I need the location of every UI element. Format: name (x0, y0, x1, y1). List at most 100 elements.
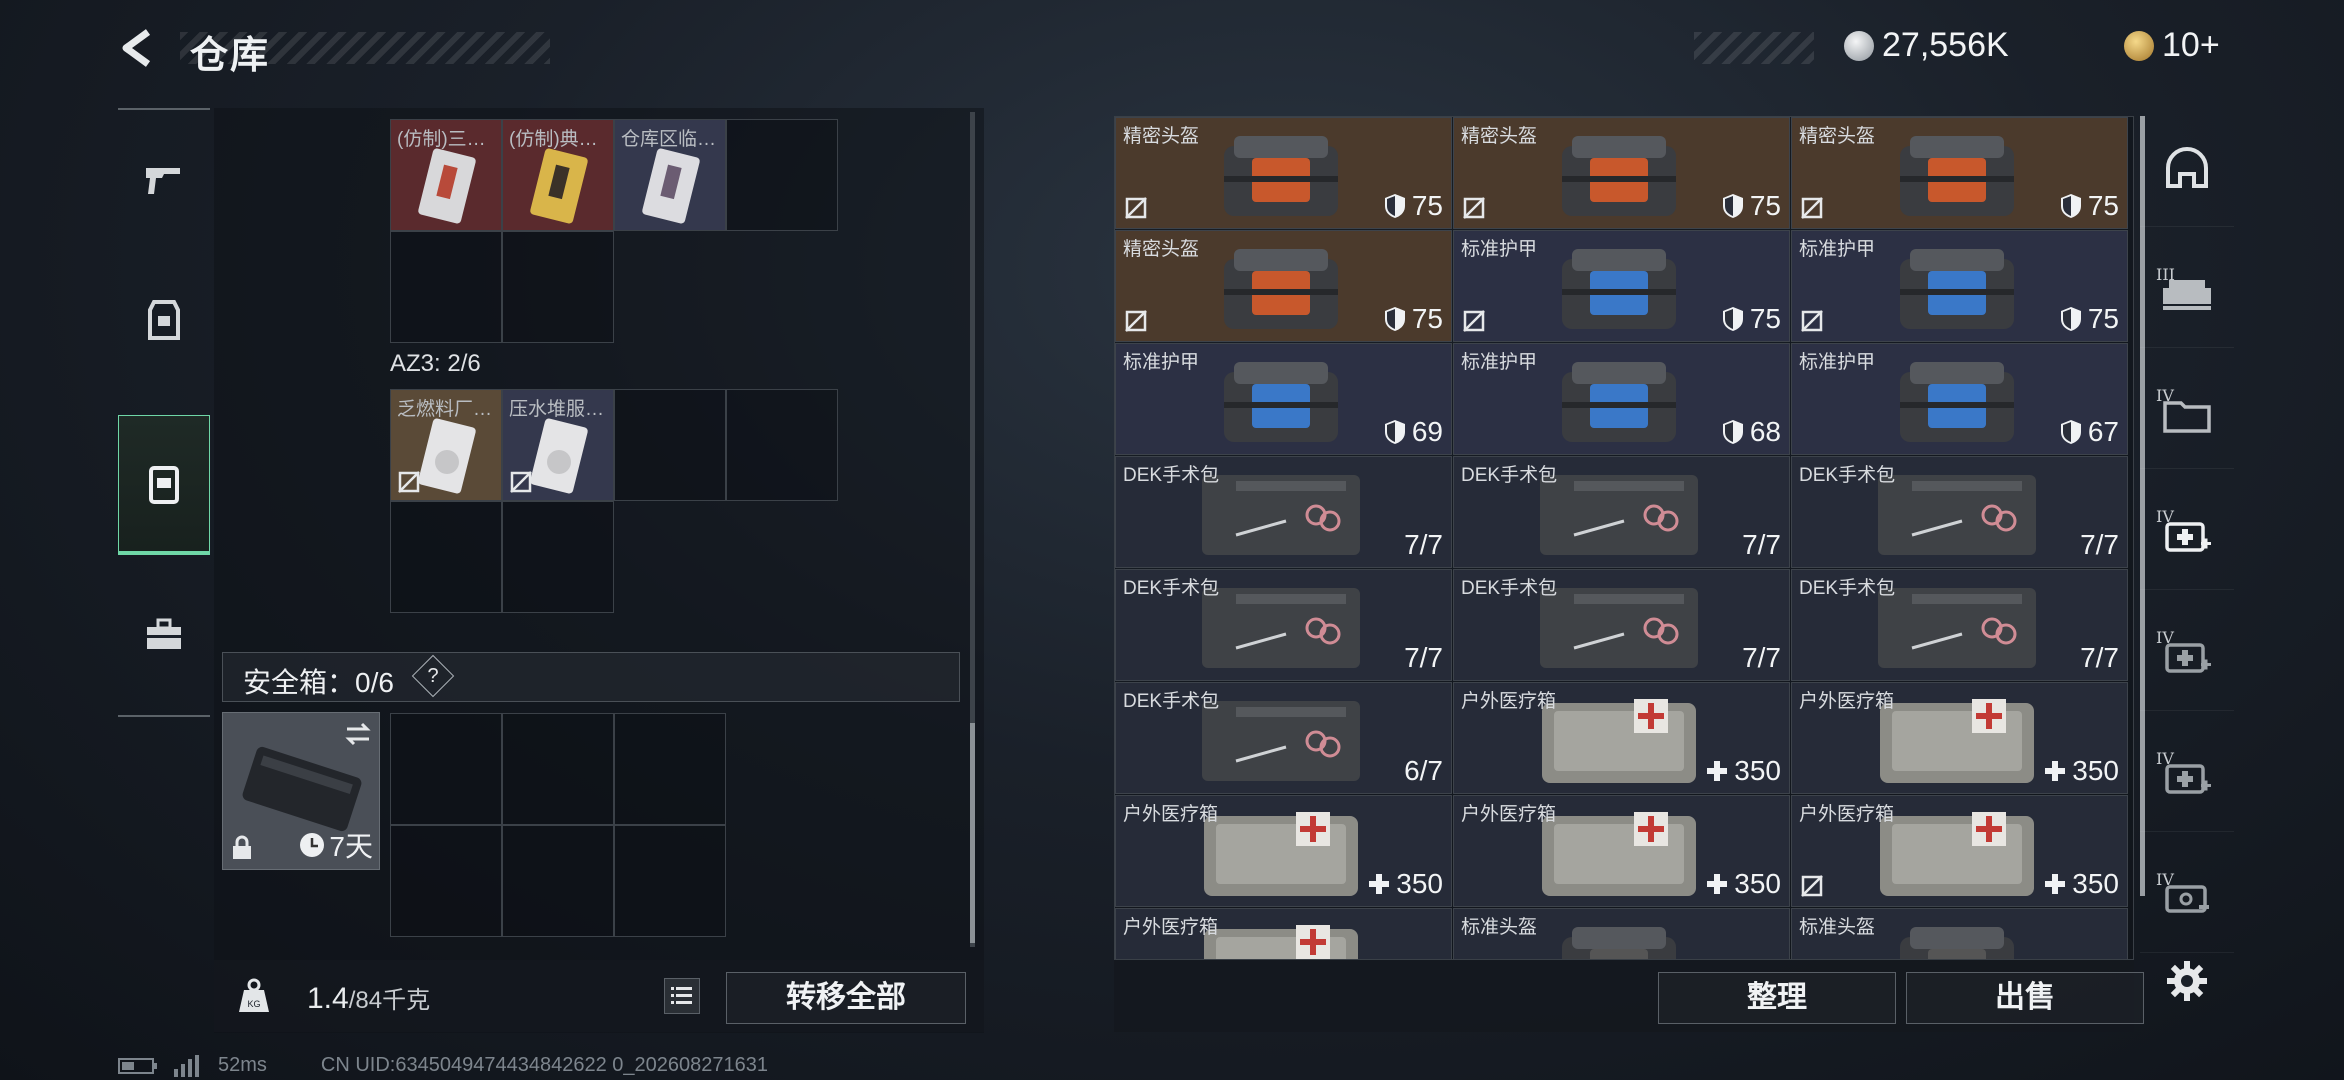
transfer-all-button[interactable]: 转移全部 (726, 972, 966, 1024)
inventory-item[interactable]: 标准头盔 (1791, 908, 2128, 959)
item-name: 户外医疗箱 (1461, 804, 1557, 825)
storage-slot-item[interactable]: (仿制)三… (390, 119, 502, 231)
item-value-text: 6/7 (1404, 755, 1443, 786)
safe-case-item[interactable]: 7天 (222, 712, 380, 870)
inventory-item[interactable]: 户外医疗箱 350 (1115, 795, 1452, 907)
inventory-item[interactable]: DEK手术包 7/7 (1791, 569, 2128, 681)
no-insurance-icon (510, 471, 532, 493)
inventory-item[interactable]: DEK手术包 7/7 (1791, 456, 2128, 568)
storage-slot-empty[interactable] (726, 119, 838, 231)
medkit-icon (1204, 812, 1358, 896)
item-name: 精密头盔 (1123, 126, 1200, 147)
item-value-text: 68 (1749, 416, 1781, 447)
item-value-text: 7/7 (2080, 529, 2119, 560)
inventory-item[interactable]: 标准护甲 67 (1791, 343, 2128, 455)
inventory-item[interactable]: 标准护甲 69 (1115, 343, 1452, 455)
back-button[interactable] (116, 26, 160, 70)
item-value-text: 75 (1411, 303, 1443, 334)
filter-helmet-0[interactable] (2140, 116, 2234, 227)
list-view-button[interactable] (664, 978, 700, 1014)
safe-slot-empty[interactable] (502, 825, 614, 937)
item-name: 精密头盔 (1461, 126, 1538, 147)
inventory-item[interactable]: 户外医疗箱 350 (1453, 682, 1790, 794)
inventory-item[interactable]: 户外医疗箱 (1115, 908, 1452, 959)
az3-slot-item[interactable]: 乏燃料厂… (390, 389, 502, 501)
armor-item-icon (1224, 136, 1338, 216)
inventory-item[interactable]: 户外医疗箱 350 (1791, 682, 2128, 794)
nav-backpack[interactable] (118, 415, 210, 555)
nav-briefcase[interactable] (118, 565, 210, 705)
item-value: 7/7 (1404, 642, 1443, 674)
filter-medkit-iv-3[interactable]: IV (2140, 479, 2234, 590)
az3-slot-empty[interactable] (390, 501, 502, 613)
item-value: 7/7 (1742, 529, 1781, 561)
swap-icon[interactable] (343, 719, 373, 749)
armor-item-icon (1900, 136, 2014, 216)
tier-label: IV (2156, 749, 2174, 768)
inventory-grid: 精密头盔 75 精密头盔 75 精密头盔 75 精密头盔 75 标准护甲 75 … (1114, 116, 2134, 960)
inventory-item[interactable]: 标准头盔 (1453, 908, 1790, 959)
nav-weapon[interactable] (118, 110, 210, 250)
inventory-item[interactable]: 精密头盔 75 (1115, 117, 1452, 229)
filter-medkit-iv-5[interactable]: IV (2140, 721, 2234, 832)
organize-button[interactable]: 整理 (1658, 972, 1896, 1024)
az3-slot-empty[interactable] (614, 389, 726, 501)
item-value: 75 (1722, 190, 1781, 222)
item-value-text: 350 (1734, 755, 1781, 786)
az3-slot-empty[interactable] (502, 501, 614, 613)
durability-shield-icon (2060, 307, 2081, 331)
safe-slot-empty[interactable] (390, 713, 502, 825)
gold-currency[interactable]: 10+ (2124, 26, 2220, 65)
az3-slot-empty[interactable] (726, 389, 838, 501)
briefcase-icon (147, 618, 181, 649)
storage-slot-empty[interactable] (390, 231, 502, 343)
inventory-item[interactable]: DEK手术包 7/7 (1115, 569, 1452, 681)
filter-folder-2[interactable]: IV (2140, 358, 2234, 469)
help-button[interactable]: ? (411, 654, 455, 698)
filter-toolbox-iv-6[interactable]: IV (2140, 842, 2234, 953)
filter-medkit-iv-4[interactable]: IV (2140, 600, 2234, 711)
scrollbar-thumb[interactable] (970, 723, 975, 943)
item-value: 350 (2044, 868, 2119, 900)
item-name: 标准头盔 (1461, 917, 1538, 938)
az3-slot-item[interactable]: 压水堆服… (502, 389, 614, 501)
inventory-item[interactable]: DEK手术包 6/7 (1115, 682, 1452, 794)
storage-slot-item[interactable]: 仓库区临… (614, 119, 726, 231)
weight-text: 1.4/84千克 (307, 980, 430, 1016)
safe-slot-empty[interactable] (614, 713, 726, 825)
item-value: 350 (1368, 868, 1443, 900)
nav-armor[interactable] (118, 250, 210, 390)
item-value: 350 (1706, 755, 1781, 787)
keycard-icon (418, 148, 476, 224)
back-arrow-icon (122, 29, 151, 67)
filter-armor-rack-1[interactable]: III (2140, 237, 2234, 348)
sell-button[interactable]: 出售 (1906, 972, 2144, 1024)
inventory-item[interactable]: 标准护甲 68 (1453, 343, 1790, 455)
safe-slot-empty[interactable] (614, 825, 726, 937)
durability-shield-icon (1384, 420, 1405, 444)
inventory-item[interactable]: DEK手术包 7/7 (1115, 456, 1452, 568)
settings-button[interactable] (2162, 956, 2212, 1006)
inventory-item[interactable]: 户外医疗箱 350 (1791, 795, 2128, 907)
storage-slot-empty[interactable] (502, 231, 614, 343)
item-name: 户外医疗箱 (1799, 804, 1895, 825)
armor-item-icon (1562, 927, 1676, 959)
safe-slot-empty[interactable] (390, 825, 502, 937)
medkit-icon (1542, 699, 1696, 783)
uid-text: CN UID:6345049474434842622 0_20260827163… (320, 1054, 768, 1076)
safe-slot-empty[interactable] (502, 713, 614, 825)
storage-slot-item[interactable]: (仿制)典… (502, 119, 614, 231)
silver-currency[interactable]: 27,556K (1844, 26, 2009, 65)
inventory-item[interactable]: 精密头盔 75 (1791, 117, 2128, 229)
inventory-item[interactable]: DEK手术包 7/7 (1453, 456, 1790, 568)
inventory-item[interactable]: 精密头盔 75 (1453, 117, 1790, 229)
item-name: 标准护甲 (1461, 239, 1538, 260)
inventory-item[interactable]: 标准护甲 75 (1791, 230, 2128, 342)
medkit-icon (1880, 699, 2034, 783)
inventory-item[interactable]: 户外医疗箱 350 (1453, 795, 1790, 907)
armor-item-icon (1224, 362, 1338, 442)
item-name: DEK手术包 (1461, 465, 1558, 486)
inventory-item[interactable]: 标准护甲 75 (1453, 230, 1790, 342)
inventory-item[interactable]: DEK手术包 7/7 (1453, 569, 1790, 681)
inventory-item[interactable]: 精密头盔 75 (1115, 230, 1452, 342)
